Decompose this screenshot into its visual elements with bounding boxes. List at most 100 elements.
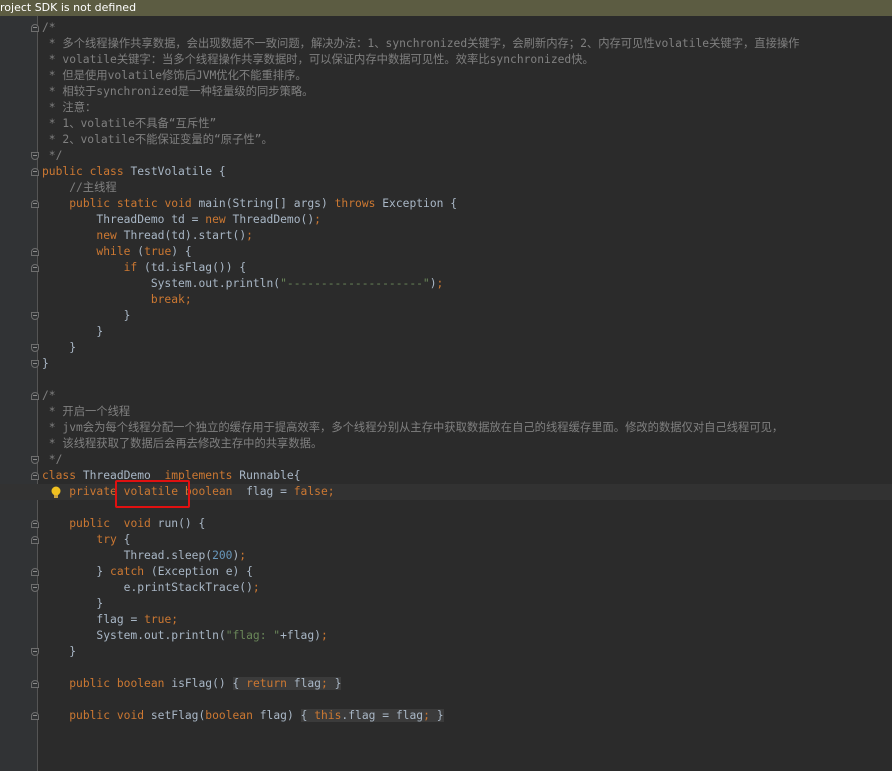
code-line[interactable]: new Thread(td).start();: [0, 228, 892, 244]
line-gutter[interactable]: [0, 468, 39, 484]
line-gutter[interactable]: [0, 532, 39, 548]
fold-marker-icon[interactable]: [31, 520, 39, 528]
line-gutter[interactable]: [0, 356, 39, 372]
code-line[interactable]: System.out.println("flag: "+flag);: [0, 628, 892, 644]
fold-marker-icon[interactable]: [31, 152, 39, 160]
line-gutter[interactable]: [0, 676, 39, 692]
fold-marker-icon[interactable]: [31, 584, 39, 592]
code-line[interactable]: }: [0, 324, 892, 340]
sdk-warning-banner[interactable]: roject SDK is not defined: [0, 0, 892, 16]
code-line[interactable]: }: [0, 596, 892, 612]
line-gutter[interactable]: [0, 292, 37, 308]
line-gutter[interactable]: [0, 180, 37, 196]
line-gutter[interactable]: [0, 500, 37, 516]
fold-marker-icon[interactable]: [31, 248, 39, 256]
code-line[interactable]: * 但是使用volatile修饰后JVM优化不能重排序。: [0, 68, 892, 84]
code-line[interactable]: flag = true;: [0, 612, 892, 628]
fold-marker-icon[interactable]: [31, 456, 39, 464]
line-gutter[interactable]: [0, 276, 37, 292]
code-line[interactable]: if (td.isFlag()) {: [0, 260, 892, 276]
fold-marker-icon[interactable]: [31, 344, 39, 352]
line-gutter[interactable]: [0, 660, 37, 676]
line-gutter[interactable]: [0, 484, 37, 500]
code-line[interactable]: * 该线程获取了数据后会再去修改主存中的共享数据。: [0, 436, 892, 452]
code-line[interactable]: public static void main(String[] args) t…: [0, 196, 892, 212]
line-gutter[interactable]: [0, 564, 39, 580]
line-gutter[interactable]: [0, 84, 37, 100]
code-line[interactable]: [0, 660, 892, 676]
line-gutter[interactable]: [0, 340, 39, 356]
line-gutter[interactable]: [0, 148, 39, 164]
line-gutter[interactable]: [0, 308, 39, 324]
code-line[interactable]: System.out.println("--------------------…: [0, 276, 892, 292]
line-gutter[interactable]: [0, 68, 37, 84]
line-gutter[interactable]: [0, 452, 39, 468]
line-gutter[interactable]: [0, 708, 39, 724]
line-gutter[interactable]: [0, 580, 39, 596]
line-gutter[interactable]: [0, 596, 37, 612]
code-line[interactable]: }: [0, 340, 892, 356]
line-gutter[interactable]: [0, 228, 37, 244]
line-gutter[interactable]: [0, 20, 39, 36]
line-gutter[interactable]: [0, 324, 37, 340]
code-line[interactable]: * 多个线程操作共享数据，会出现数据不一致问题，解决办法：1、synchroni…: [0, 36, 892, 52]
code-line[interactable]: try {: [0, 532, 892, 548]
line-gutter[interactable]: [0, 164, 39, 180]
code-line[interactable]: * 开启一个线程: [0, 404, 892, 420]
fold-marker-icon[interactable]: [31, 648, 39, 656]
code-line[interactable]: public void setFlag(boolean flag) { this…: [0, 708, 892, 724]
code-line[interactable]: Thread.sleep(200);: [0, 548, 892, 564]
code-line[interactable]: * volatile关键字：当多个线程操作共享数据时，可以保证内存中数据可见性。…: [0, 52, 892, 68]
fold-marker-icon[interactable]: [31, 712, 39, 720]
code-line[interactable]: public void run() {: [0, 516, 892, 532]
code-line[interactable]: * 1、volatile不具备“互斥性”: [0, 116, 892, 132]
fold-marker-icon[interactable]: [31, 312, 39, 320]
line-gutter[interactable]: [0, 628, 37, 644]
code-line[interactable]: */: [0, 148, 892, 164]
code-line[interactable]: }: [0, 308, 892, 324]
code-line[interactable]: public class TestVolatile {: [0, 164, 892, 180]
line-gutter[interactable]: [0, 436, 37, 452]
code-line[interactable]: * 注意：: [0, 100, 892, 116]
code-line[interactable]: [0, 692, 892, 708]
fold-marker-icon[interactable]: [31, 264, 39, 272]
line-gutter[interactable]: [0, 36, 37, 52]
code-line[interactable]: } catch (Exception e) {: [0, 564, 892, 580]
code-line[interactable]: * jvm会为每个线程分配一个独立的缓存用于提高效率，多个线程分别从主存中获取数…: [0, 420, 892, 436]
fold-marker-icon[interactable]: [31, 200, 39, 208]
line-gutter[interactable]: [0, 100, 37, 116]
code-editor[interactable]: /* * 多个线程操作共享数据，会出现数据不一致问题，解决办法：1、synchr…: [0, 20, 892, 771]
fold-marker-icon[interactable]: [31, 168, 39, 176]
line-gutter[interactable]: [0, 612, 37, 628]
code-line[interactable]: while (true) {: [0, 244, 892, 260]
fold-marker-icon[interactable]: [31, 360, 39, 368]
line-gutter[interactable]: [0, 692, 37, 708]
code-line[interactable]: }: [0, 356, 892, 372]
code-line[interactable]: e.printStackTrace();: [0, 580, 892, 596]
code-line[interactable]: /*: [0, 388, 892, 404]
line-gutter[interactable]: [0, 212, 37, 228]
fold-marker-icon[interactable]: [31, 472, 39, 480]
line-gutter[interactable]: [0, 52, 37, 68]
line-gutter[interactable]: [0, 388, 39, 404]
fold-marker-icon[interactable]: [31, 680, 39, 688]
code-line[interactable]: */: [0, 452, 892, 468]
line-gutter[interactable]: [0, 244, 39, 260]
code-line[interactable]: [0, 372, 892, 388]
fold-marker-icon[interactable]: [31, 24, 39, 32]
line-gutter[interactable]: [0, 116, 37, 132]
line-gutter[interactable]: [0, 548, 37, 564]
code-line[interactable]: public boolean isFlag() { return flag; }: [0, 676, 892, 692]
line-gutter[interactable]: [0, 132, 37, 148]
line-gutter[interactable]: [0, 372, 37, 388]
code-line[interactable]: /*: [0, 20, 892, 36]
line-gutter[interactable]: [0, 404, 37, 420]
fold-marker-icon[interactable]: [31, 568, 39, 576]
code-line[interactable]: * 2、volatile不能保证变量的“原子性”。: [0, 132, 892, 148]
code-line[interactable]: //主线程: [0, 180, 892, 196]
code-line[interactable]: * 相较于synchronized是一种轻量级的同步策略。: [0, 84, 892, 100]
line-gutter[interactable]: [0, 420, 37, 436]
line-gutter[interactable]: [0, 196, 39, 212]
line-gutter[interactable]: [0, 260, 39, 276]
fold-marker-icon[interactable]: [31, 536, 39, 544]
